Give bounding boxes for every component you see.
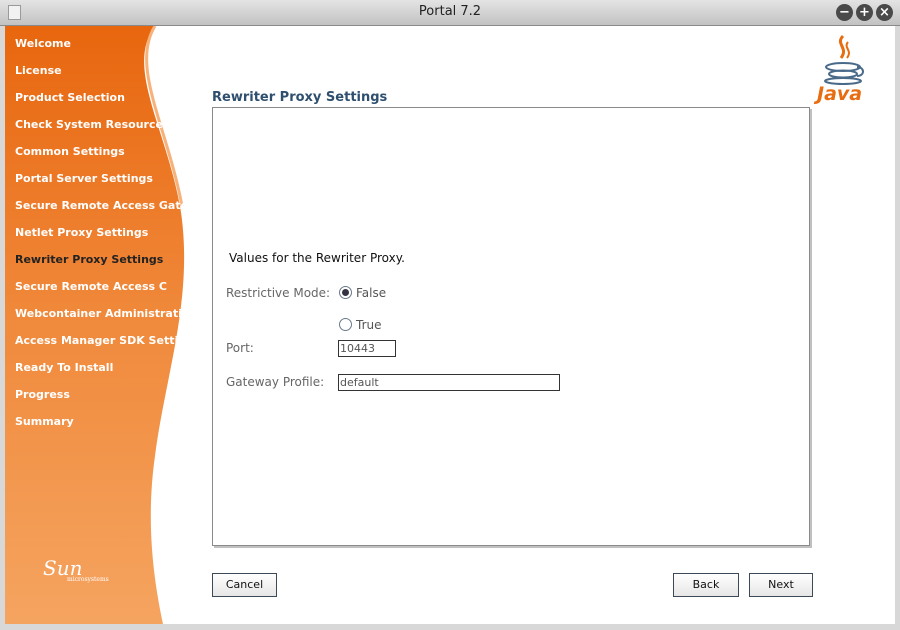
sidebar-step-item: Progress xyxy=(15,388,70,401)
sidebar-step-item: Rewriter Proxy Settings xyxy=(15,253,164,266)
sidebar-step-item: Common Settings xyxy=(15,145,125,158)
sidebar-step-item: Product Selection xyxy=(15,91,125,104)
radio-true-icon[interactable] xyxy=(339,318,352,331)
sidebar-step-item: Summary xyxy=(15,415,74,428)
sidebar-step-item: Secure Remote Access Gatewa xyxy=(15,199,206,212)
sidebar-step-item: Welcome xyxy=(15,37,71,50)
sidebar-step-item: Access Manager SDK Settin xyxy=(15,334,187,347)
radio-false-icon[interactable] xyxy=(339,286,352,299)
installer-window: Portal 7.2 − + × Welcome License Product S… xyxy=(0,0,900,630)
next-button[interactable]: Next xyxy=(749,573,813,597)
steps-list: Welcome License Product Selection Check Sys… xyxy=(15,37,206,442)
sidebar-step-item: Ready To Install xyxy=(15,361,114,374)
sidebar-step-item: Netlet Proxy Settings xyxy=(15,226,149,239)
sidebar-step-item: Check System Resources xyxy=(15,118,170,131)
restrictive-mode-label: Restrictive Mode: xyxy=(226,286,331,300)
close-button[interactable]: × xyxy=(876,4,893,21)
gateway-profile-label: Gateway Profile: xyxy=(226,375,325,389)
radio-false-label: False xyxy=(356,286,387,300)
java-logo-text: Java xyxy=(817,83,863,105)
installer-content: Welcome License Product Selection Check Sys… xyxy=(5,26,895,624)
title-bar[interactable]: Portal 7.2 − + × xyxy=(0,0,900,26)
cancel-button[interactable]: Cancel xyxy=(212,573,277,597)
radio-true-label: True xyxy=(356,318,382,332)
back-button[interactable]: Back xyxy=(673,573,739,597)
gateway-profile-field[interactable]: default xyxy=(338,374,560,391)
sun-logo: Sun microsystems xyxy=(43,556,109,583)
radio-true[interactable]: True xyxy=(339,318,382,332)
sidebar-step-item: Secure Remote Access C xyxy=(15,280,167,293)
window-title: Portal 7.2 xyxy=(418,4,482,19)
sidebar-step-item: Portal Server Settings xyxy=(15,172,153,185)
settings-panel: Values for the Rewriter Proxy. Restricti… xyxy=(212,107,810,546)
sidebar-step-item: Webcontainer Administrati xyxy=(15,307,182,320)
page-title: Rewriter Proxy Settings xyxy=(212,90,388,105)
steps-sidebar: Welcome License Product Selection Check Sys… xyxy=(5,26,206,624)
radio-false[interactable]: False xyxy=(339,286,386,300)
sun-logo-subtext: microsystems xyxy=(67,576,109,583)
port-field[interactable]: 10443 xyxy=(338,340,396,357)
intro-text: Values for the Rewriter Proxy. xyxy=(229,251,405,265)
sidebar-step-item: License xyxy=(15,64,62,77)
minimize-button[interactable]: − xyxy=(836,4,853,21)
port-label: Port: xyxy=(226,341,254,355)
maximize-button[interactable]: + xyxy=(856,4,873,21)
